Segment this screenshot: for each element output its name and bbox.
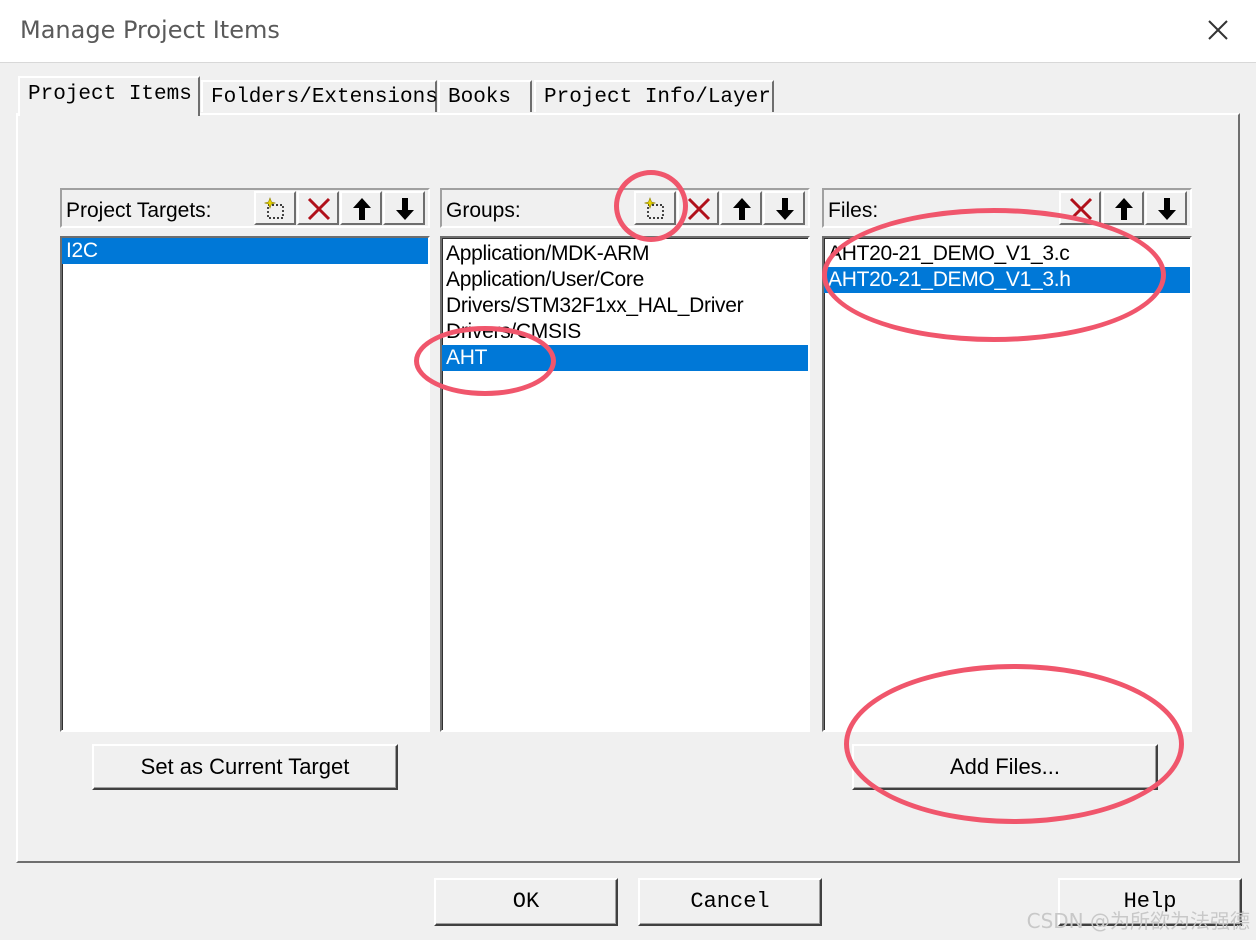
new-group-button[interactable] [634, 191, 676, 225]
list-item-group[interactable]: Drivers/CMSIS [442, 319, 808, 345]
groups-list[interactable]: Application/MDK-ARM Application/User/Cor… [440, 236, 810, 732]
targets-list[interactable]: I2C [60, 236, 430, 732]
new-item-icon [644, 197, 664, 219]
tab-project-info-layer[interactable]: Project Info/Layer [534, 80, 774, 112]
move-group-up-button[interactable] [720, 191, 762, 225]
delete-target-button[interactable] [297, 191, 339, 225]
tab-books[interactable]: Books [438, 80, 532, 112]
arrow-up-icon [1115, 198, 1133, 220]
files-label: Files: [828, 199, 879, 222]
groups-header: Groups: [440, 188, 810, 228]
delete-group-button[interactable] [677, 191, 719, 225]
files-list[interactable]: AHT20-21_DEMO_V1_3.c AHT20-21_DEMO_V1_3.… [822, 236, 1192, 732]
arrow-down-icon [776, 198, 794, 220]
move-file-down-button[interactable] [1145, 191, 1187, 225]
targets-header: Project Targets: [60, 188, 430, 228]
tab-project-items[interactable]: Project Items [18, 76, 200, 116]
list-item-target[interactable]: I2C [62, 238, 428, 264]
cancel-button[interactable]: Cancel [638, 878, 822, 926]
move-file-up-button[interactable] [1102, 191, 1144, 225]
list-item-group[interactable]: Drivers/STM32F1xx_HAL_Driver [442, 293, 808, 319]
list-item-file[interactable]: AHT20-21_DEMO_V1_3.c [824, 241, 1190, 267]
delete-icon [307, 197, 331, 221]
watermark: CSDN @为所欲为法强德 [1026, 909, 1250, 933]
ok-button[interactable]: OK [434, 878, 618, 926]
list-item-group[interactable]: Application/MDK-ARM [442, 241, 808, 267]
arrow-up-icon [353, 198, 371, 220]
list-item-file[interactable]: AHT20-21_DEMO_V1_3.h [824, 267, 1190, 293]
set-current-target-button[interactable]: Set as Current Target [92, 744, 398, 790]
move-target-down-button[interactable] [383, 191, 425, 225]
arrow-up-icon [733, 198, 751, 220]
delete-icon [687, 197, 711, 221]
list-item-group[interactable]: AHT [442, 345, 808, 371]
add-files-button[interactable]: Add Files... [852, 744, 1158, 790]
new-target-button[interactable] [254, 191, 296, 225]
move-target-up-button[interactable] [340, 191, 382, 225]
close-icon [1208, 20, 1228, 40]
list-item-group[interactable]: Application/User/Core [442, 267, 808, 293]
arrow-down-icon [396, 198, 414, 220]
close-button[interactable] [1198, 10, 1238, 50]
new-item-icon [264, 197, 284, 219]
files-header: Files: [822, 188, 1192, 228]
groups-label: Groups: [446, 199, 521, 222]
title-bar: Manage Project Items [0, 0, 1256, 63]
arrow-down-icon [1158, 198, 1176, 220]
move-group-down-button[interactable] [763, 191, 805, 225]
delete-file-button[interactable] [1059, 191, 1101, 225]
delete-icon [1069, 197, 1093, 221]
targets-label: Project Targets: [66, 199, 212, 222]
window-title: Manage Project Items [20, 16, 280, 44]
tab-folders-extensions[interactable]: Folders/Extensions [201, 80, 438, 112]
